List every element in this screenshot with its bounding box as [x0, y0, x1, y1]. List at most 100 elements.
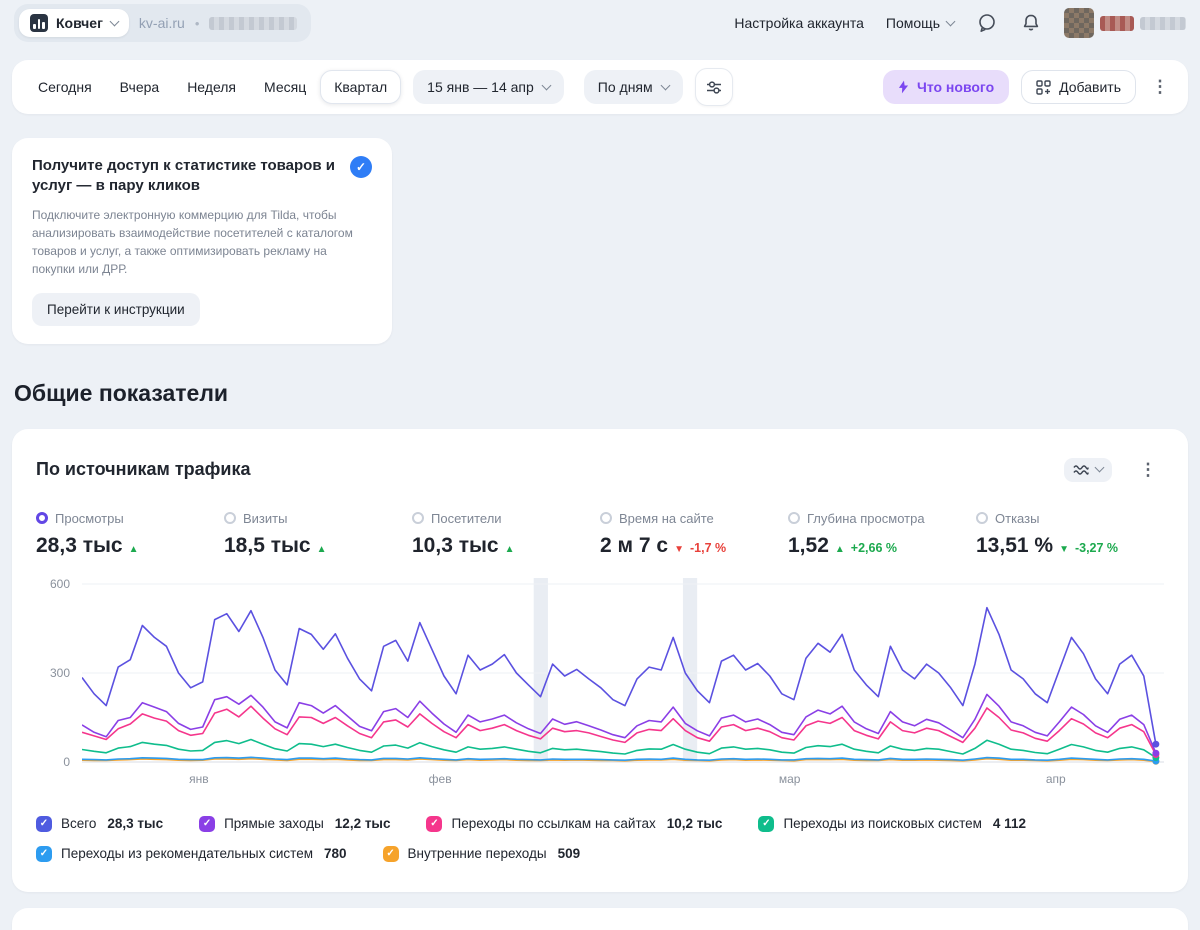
help-menu[interactable]: Помощь	[885, 15, 956, 31]
more-menu-button[interactable]	[1144, 68, 1176, 106]
y-axis-labels: 0 300 600	[36, 576, 82, 792]
trend-arrow-icon: ▼	[1059, 543, 1069, 555]
period-tab-4[interactable]: Квартал	[320, 70, 402, 104]
chart-plot[interactable]: янв фев мар апр	[82, 577, 1164, 792]
metric-label: Просмотры	[55, 510, 124, 526]
metric-label: Глубина просмотра	[807, 510, 925, 526]
redacted-user-name	[1140, 16, 1186, 30]
trend-arrow-icon: ▼	[674, 543, 684, 555]
legend-item[interactable]: Переходы из поисковых систем 4 112	[758, 815, 1026, 832]
site-link[interactable]: kv-ai.ru	[139, 15, 185, 31]
metric-label: Посетители	[431, 510, 502, 526]
metric-tab-3[interactable]: Время на сайте 2 м 7 с ▼ -1,7 %	[600, 511, 788, 558]
segment-filter-button[interactable]	[694, 68, 733, 106]
chat-icon[interactable]	[976, 12, 998, 34]
metric-radio-icon	[412, 512, 424, 525]
metric-value: 13,51 %	[976, 533, 1054, 557]
legend-value: 10,2 тыс	[666, 816, 723, 832]
sliders-icon	[706, 80, 721, 94]
legend-item[interactable]: Внутренние переходы 509	[382, 845, 580, 862]
chevron-down-icon	[660, 80, 671, 90]
legend-item[interactable]: Переходы по ссылкам на сайтах 10,2 тыс	[426, 815, 723, 832]
legend-item[interactable]: Всего 28,3 тыс	[36, 815, 163, 832]
user-account[interactable]	[1064, 8, 1186, 38]
traffic-chart-svg[interactable]	[82, 577, 1164, 768]
account-settings-link[interactable]: Настройка аккаунта	[734, 15, 864, 31]
trend-arrow-icon: ▲	[316, 543, 327, 555]
legend-label: Переходы из рекомендательных систем	[61, 846, 313, 862]
metric-value: 10,3 тыс	[412, 533, 499, 557]
metric-tab-1[interactable]: Визиты 18,5 тыс ▲	[224, 511, 412, 558]
chart-more-menu[interactable]	[1132, 451, 1164, 489]
metric-tab-4[interactable]: Глубина просмотра 1,52 ▲ +2,66 %	[788, 511, 976, 558]
legend-label: Прямые заходы	[224, 816, 324, 832]
metric-label: Отказы	[995, 510, 1040, 526]
period-tab-0[interactable]: Сегодня	[24, 70, 106, 104]
metrica-logo-icon	[30, 14, 48, 32]
legend-value: 4 112	[992, 816, 1026, 832]
traffic-sources-card: По источникам трафика Просмотры 28,3 тыс ▲…	[12, 428, 1188, 892]
line-chart-icon	[1073, 464, 1089, 475]
next-card-edge	[12, 907, 1188, 930]
metric-delta: +2,66 %	[850, 540, 897, 555]
metric-label: Время на сайте	[619, 510, 714, 526]
legend-value: 12,2 тыс	[334, 816, 391, 832]
granularity-select[interactable]: По дням	[583, 70, 683, 104]
legend-checkbox[interactable]	[758, 815, 775, 832]
add-widget-button[interactable]: Добавить	[1021, 70, 1136, 104]
metric-tab-2[interactable]: Посетители 10,3 тыс ▲	[412, 511, 600, 558]
counter-switcher-group: Ковчег kv-ai.ru •	[14, 4, 312, 42]
x-axis-labels: янв фев мар апр	[82, 772, 1164, 792]
x-tick-label: янв	[189, 771, 209, 786]
metric-tab-5[interactable]: Отказы 13,51 % ▼ -3,27 %	[976, 511, 1164, 558]
grid-add-icon	[1036, 79, 1051, 95]
chart-card-title: По источникам трафика	[36, 459, 251, 480]
chart-legend: Всего 28,3 тыс Прямые заходы 12,2 тыс Перехо…	[36, 815, 1164, 884]
bell-icon[interactable]	[1020, 12, 1042, 34]
metric-radio-icon	[976, 512, 988, 525]
legend-checkbox[interactable]	[199, 815, 216, 832]
date-range-picker[interactable]: 15 янв — 14 апр	[413, 70, 564, 104]
chart-area: 0 300 600 янв фев мар апр	[36, 576, 1164, 792]
whats-new-label: Что нового	[916, 79, 995, 95]
legend-value: 780	[324, 846, 347, 862]
help-label: Помощь	[885, 15, 940, 31]
top-nav: Ковчег kv-ai.ru • Настройка аккаунта Пом…	[0, 0, 1200, 46]
x-tick-label: апр	[1045, 771, 1066, 786]
period-tab-3[interactable]: Месяц	[250, 70, 320, 104]
legend-item[interactable]: Прямые заходы 12,2 тыс	[199, 815, 391, 832]
promo-cta-button[interactable]: Перейти к инструкции	[32, 292, 200, 326]
legend-label: Всего	[61, 816, 97, 832]
lightning-icon	[898, 80, 909, 94]
period-tabs: Сегодня Вчера Неделя Месяц Квартал	[24, 70, 402, 104]
legend-item[interactable]: Переходы из рекомендательных систем 780	[36, 845, 347, 862]
legend-label: Переходы по ссылкам на сайтах	[451, 816, 656, 832]
promo-card: Получите доступ к статистике товаров и у…	[12, 138, 392, 344]
y-tick-label: 300	[49, 665, 70, 680]
legend-label: Переходы из поисковых систем	[783, 816, 982, 832]
y-tick-label: 600	[49, 576, 70, 591]
nav-right-group: Настройка аккаунта Помощь	[734, 8, 1186, 38]
metric-radio-icon	[600, 512, 612, 525]
metric-tab-0[interactable]: Просмотры 28,3 тыс ▲	[36, 511, 224, 558]
legend-checkbox[interactable]	[426, 815, 443, 832]
metric-radio-icon	[788, 512, 800, 525]
filter-bar: Сегодня Вчера Неделя Месяц Квартал 15 янв — …	[12, 60, 1188, 114]
period-tab-2[interactable]: Неделя	[173, 70, 250, 104]
promo-title: Получите доступ к статистике товаров и у…	[32, 157, 335, 194]
x-tick-label: фев	[428, 771, 452, 786]
metric-radio-icon	[224, 512, 236, 525]
legend-checkbox[interactable]	[382, 845, 399, 862]
date-range-label: 15 янв — 14 апр	[427, 79, 534, 95]
chart-type-select[interactable]	[1064, 457, 1112, 482]
period-tab-1[interactable]: Вчера	[106, 70, 174, 104]
metric-delta: -1,7 %	[689, 540, 727, 555]
counter-switcher[interactable]: Ковчег	[19, 9, 129, 37]
metric-value: 28,3 тыс	[36, 533, 123, 557]
chevron-down-icon	[945, 16, 956, 26]
metric-tabs: Просмотры 28,3 тыс ▲ Визиты 18,5 тыс ▲ Посетит…	[36, 511, 1164, 558]
whats-new-button[interactable]: Что нового	[882, 70, 1010, 104]
legend-checkbox[interactable]	[36, 845, 52, 862]
verified-check-icon	[350, 156, 372, 178]
legend-checkbox[interactable]	[36, 815, 52, 832]
